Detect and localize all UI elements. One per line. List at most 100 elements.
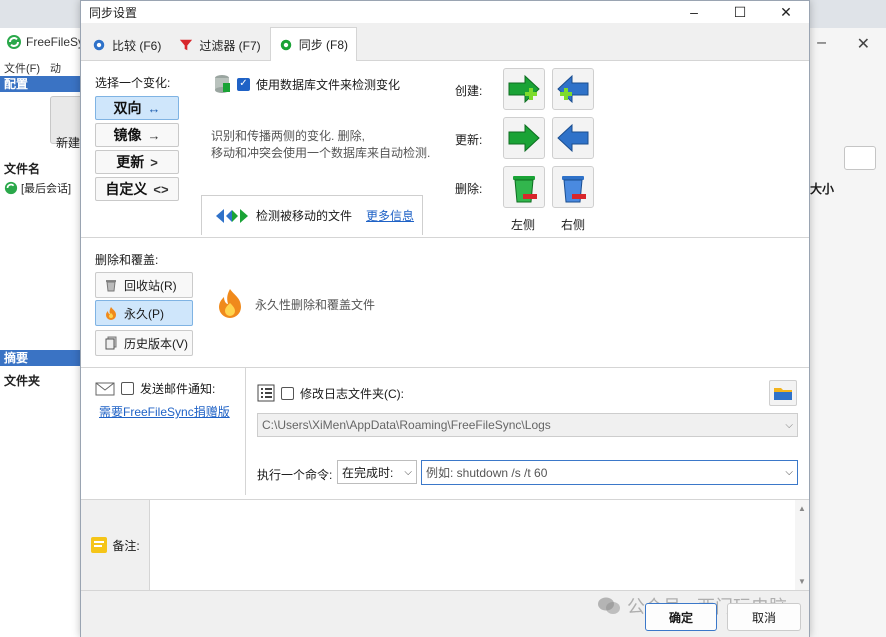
- wechat-icon: [598, 597, 620, 614]
- chevron-down-icon[interactable]: ⌵: [785, 420, 793, 431]
- detect-moved-box: 检测被移动的文件 更多信息: [201, 195, 423, 235]
- log-folder-checkbox-label: 修改日志文件夹(C):: [300, 386, 404, 401]
- folder-column-header: 文件夹: [4, 374, 41, 388]
- log-list-icon: [257, 384, 275, 402]
- deletion-recycle-button[interactable]: 回收站(R): [95, 272, 193, 298]
- close-icon[interactable]: ✕: [857, 34, 870, 54]
- last-session-row[interactable]: [最后会话]: [4, 180, 71, 196]
- versioning-icon: [105, 336, 117, 350]
- minimize-icon[interactable]: –: [817, 34, 826, 52]
- log-folder-path-input[interactable]: C:\Users\XiMen\AppData\Roaming\FreeFileS…: [257, 413, 798, 437]
- flame-icon: [106, 307, 116, 320]
- variant-two-way-button[interactable]: 双向 ↔: [95, 96, 179, 120]
- blue-arrow-plus-icon: [557, 74, 589, 104]
- database-option: ✓ 使用数据库文件来检测变化: [213, 74, 400, 94]
- cloud-button[interactable]: [844, 146, 876, 170]
- config-header: 配置: [0, 76, 82, 92]
- filter-icon: [180, 39, 193, 51]
- database-icon: [215, 75, 230, 93]
- update-right-button[interactable]: [552, 117, 594, 159]
- background-app-right-panel: – ✕ 大小: [810, 28, 886, 637]
- chevron-down-icon[interactable]: ⌵: [785, 467, 793, 478]
- dialog-titlebar: 同步设置 – ☐ ✕: [81, 1, 809, 23]
- move-arrows-icon: [216, 208, 248, 223]
- right-side-label: 右侧: [561, 218, 586, 232]
- donation-edition-link[interactable]: 需要FreeFileSync捐赠版: [99, 403, 230, 420]
- tab-bar: 比较 (F6) 过滤器 (F7) 同步 (F8): [81, 23, 809, 61]
- variant-update-button[interactable]: 更新 >: [95, 150, 179, 174]
- variant-mirror-button[interactable]: 镜像 →: [95, 123, 179, 147]
- detect-moved-label: 检测被移动的文件: [256, 209, 353, 223]
- notes-section: 备注: ▲ ▼: [81, 499, 809, 591]
- notes-textarea[interactable]: ▲ ▼: [149, 500, 809, 590]
- ok-button[interactable]: 确定: [645, 603, 717, 631]
- email-option: 发送邮件通知:: [95, 380, 215, 397]
- email-icon: [95, 382, 115, 395]
- variant-description: 识别和传播两侧的变化. 删除, 移动和冲突会使用一个数据库来自动检测.: [211, 129, 431, 160]
- gear-icon: [93, 39, 105, 51]
- sync-icon: [4, 181, 18, 195]
- email-checkbox-label: 发送邮件通知:: [140, 382, 216, 396]
- browse-folder-button[interactable]: [769, 380, 797, 406]
- scroll-down-icon[interactable]: ▼: [798, 577, 806, 586]
- tab-filter[interactable]: 过滤器 (F7): [170, 29, 269, 60]
- divider: [81, 237, 809, 238]
- database-checkbox-label: 使用数据库文件来检测变化: [256, 77, 401, 92]
- new-config-label: 新建: [56, 136, 81, 150]
- recycle-bin-icon: [106, 280, 116, 292]
- chevron-down-icon: ⌵: [404, 466, 412, 478]
- green-recycle-bin-icon: [513, 176, 537, 203]
- command-timing-select[interactable]: 在完成时: ⌵: [337, 460, 417, 484]
- menu-file[interactable]: 文件(F): [4, 63, 40, 75]
- background-app-title: FreeFileSy: [6, 34, 84, 50]
- create-left-button[interactable]: [503, 68, 545, 110]
- database-checkbox[interactable]: ✓: [237, 77, 250, 91]
- command-label: 执行一个命令:: [257, 468, 333, 482]
- delete-right-button[interactable]: [552, 166, 594, 208]
- cancel-button[interactable]: 取消: [727, 603, 801, 631]
- freefilesync-logo-icon: [7, 35, 21, 49]
- gear-icon: [280, 39, 291, 50]
- dialog-footer: 公众号 · 西门玩电脑 确定 取消: [81, 591, 809, 637]
- tab-sync[interactable]: 同步 (F8): [269, 27, 358, 61]
- log-folder-checkbox[interactable]: [281, 386, 294, 400]
- deletion-versioning-button[interactable]: 历史版本(V): [95, 330, 193, 356]
- email-checkbox[interactable]: [121, 382, 134, 395]
- close-button[interactable]: ✕: [763, 1, 809, 23]
- variant-custom-button[interactable]: 自定义 <>: [95, 177, 179, 201]
- dialog-title: 同步设置: [89, 5, 138, 20]
- green-arrow-plus-icon: [508, 74, 540, 104]
- background-app-left-panel: FreeFileSy 文件(F)动作 配置 新建 文件名 [最后会话] 摘要 文…: [0, 28, 90, 637]
- sync-settings-dialog: 同步设置 – ☐ ✕ 比较 (F6) 过滤器 (F7) 同步 (F8) 选择一个…: [80, 0, 810, 637]
- variant-label: 选择一个变化:: [95, 76, 171, 90]
- notes-label: 备注:: [112, 538, 140, 553]
- update-label: 更新:: [455, 133, 483, 147]
- window-controls: – ☐ ✕: [671, 1, 809, 23]
- custom-arrow-icon: <>: [153, 181, 169, 197]
- notes-scrollbar[interactable]: ▲ ▼: [795, 500, 809, 590]
- minimize-button[interactable]: –: [671, 1, 717, 23]
- vertical-divider: [245, 367, 246, 495]
- tab-compare[interactable]: 比较 (F6): [83, 29, 170, 60]
- filename-column-header: 文件名: [4, 162, 41, 176]
- scroll-up-icon[interactable]: ▲: [798, 504, 806, 513]
- create-right-button[interactable]: [552, 68, 594, 110]
- blue-arrow-left-icon: [557, 123, 589, 153]
- two-way-arrow-icon: ↔: [147, 100, 161, 116]
- blue-recycle-bin-icon: [562, 176, 586, 203]
- left-side-label: 左侧: [511, 218, 536, 232]
- delete-label: 删除:: [455, 182, 483, 196]
- more-info-link[interactable]: 更多信息: [366, 207, 414, 224]
- size-column-header: 大小: [810, 182, 835, 196]
- deletion-description: 永久性删除和覆盖文件: [255, 298, 376, 312]
- maximize-button[interactable]: ☐: [717, 1, 763, 23]
- command-input[interactable]: 例如: shutdown /s /t 60 ⌵: [421, 460, 798, 485]
- update-left-button[interactable]: [503, 117, 545, 159]
- note-icon: [91, 537, 108, 553]
- deletion-label: 删除和覆盖:: [95, 253, 159, 267]
- delete-left-button[interactable]: [503, 166, 545, 208]
- sync-tab-content: 选择一个变化: 双向 ↔ 镜像 → 更新 > 自定义 <> ✓ 使用数据库文件来…: [81, 62, 809, 637]
- deletion-permanent-button[interactable]: 永久(P): [95, 300, 193, 326]
- mirror-arrow-icon: →: [147, 127, 161, 143]
- notes-label-box: 备注:: [81, 500, 149, 590]
